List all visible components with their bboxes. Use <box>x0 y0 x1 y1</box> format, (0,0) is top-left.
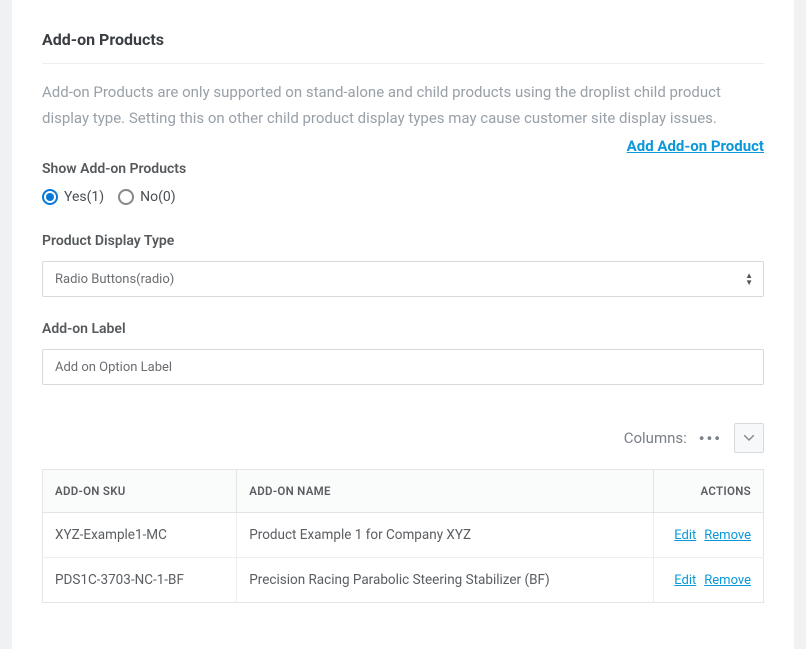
remove-link[interactable]: Remove <box>704 573 751 588</box>
show-addon-radio-group: Yes(1) No(0) <box>42 189 764 205</box>
columns-label: Columns: <box>624 429 687 447</box>
radio-label-yes: Yes(1) <box>64 189 104 205</box>
display-type-value: Radio Buttons(radio) <box>55 272 174 287</box>
show-addon-no-radio[interactable]: No(0) <box>118 189 176 205</box>
columns-dropdown-button[interactable] <box>734 423 764 453</box>
cell-sku: XYZ-Example1-MC <box>43 513 237 558</box>
edit-link[interactable]: Edit <box>674 573 696 588</box>
cell-name: Product Example 1 for Company XYZ <box>237 513 654 558</box>
display-type-select[interactable]: Radio Buttons(radio) ▲▼ <box>42 261 764 297</box>
more-options-icon[interactable]: ••• <box>699 429 722 448</box>
display-type-label: Product Display Type <box>42 233 764 249</box>
remove-link[interactable]: Remove <box>704 528 751 543</box>
addon-label-input[interactable] <box>42 349 764 385</box>
table-header-actions: ACTIONS <box>654 470 764 513</box>
table-header-name: ADD-ON NAME <box>237 470 654 513</box>
section-title: Add-on Products <box>42 30 764 64</box>
table-header-sku: ADD-ON SKU <box>43 470 237 513</box>
radio-label-no: No(0) <box>140 189 176 205</box>
radio-icon <box>42 189 58 205</box>
cell-actions: Edit Remove <box>654 558 764 603</box>
section-description: Add-on Products are only supported on st… <box>42 80 764 131</box>
edit-link[interactable]: Edit <box>674 528 696 543</box>
table-row: PDS1C-3703-NC-1-BFPrecision Racing Parab… <box>43 558 764 603</box>
cell-actions: Edit Remove <box>654 513 764 558</box>
show-addon-label: Show Add-on Products <box>42 161 764 177</box>
add-addon-product-link[interactable]: Add Add-on Product <box>627 137 764 155</box>
radio-icon <box>118 189 134 205</box>
cell-name: Precision Racing Parabolic Steering Stab… <box>237 558 654 603</box>
addon-label-label: Add-on Label <box>42 321 764 337</box>
table-row: XYZ-Example1-MCProduct Example 1 for Com… <box>43 513 764 558</box>
cell-sku: PDS1C-3703-NC-1-BF <box>43 558 237 603</box>
addon-products-table: ADD-ON SKU ADD-ON NAME ACTIONS XYZ-Examp… <box>42 469 764 603</box>
chevron-down-icon <box>744 435 754 441</box>
select-arrows-icon: ▲▼ <box>745 272 753 286</box>
show-addon-yes-radio[interactable]: Yes(1) <box>42 189 104 205</box>
